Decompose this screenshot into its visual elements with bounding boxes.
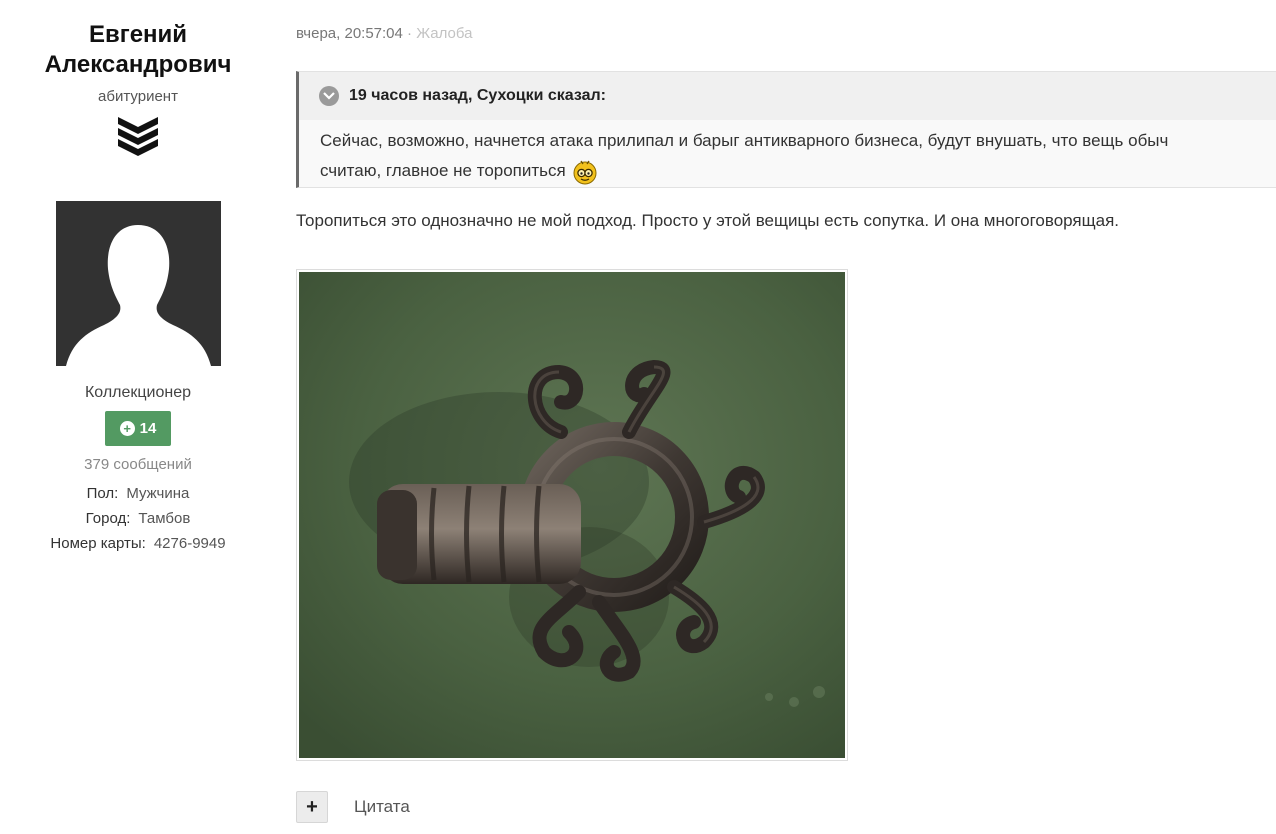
smiley-glasses-icon: [573, 160, 597, 185]
quote-citation[interactable]: 19 часов назад, Сухоцки сказал:: [349, 87, 606, 105]
author-name-line1[interactable]: Евгений: [20, 20, 256, 50]
bronze-ring-artifact-photo[interactable]: [299, 272, 845, 758]
author-panel: Евгений Александрович абитуриент Коллекц…: [20, 0, 256, 556]
member-group: Коллекционер: [84, 384, 192, 401]
multiquote-plus-button[interactable]: +: [296, 791, 328, 823]
quote-line: Сейчас, возможно, начнется атака прилипа…: [320, 131, 1169, 150]
avatar[interactable]: [55, 201, 221, 366]
field-label: Номер карты:: [50, 535, 146, 552]
field-label: Город:: [85, 510, 131, 527]
post-meta: вчера, 20:57:04 · Жалоба: [296, 25, 472, 42]
post-body-text: Торопиться это однозначно не мой подход.…: [296, 211, 1120, 230]
chevron-down-icon[interactable]: [319, 86, 339, 106]
author-title: абитуриент: [98, 88, 178, 105]
field-value: 4276-9949: [153, 535, 226, 552]
quote-body: Сейчас, возможно, начнется атака прилипа…: [299, 120, 1276, 186]
quote-line: считаю, главное не торопиться: [320, 161, 566, 180]
field-row-card: Номер карты: 4276-9949: [20, 531, 256, 556]
reputation-badge[interactable]: + 14: [104, 411, 172, 446]
quote-block: 19 часов назад, Сухоцки сказал: Сейчас, …: [296, 71, 1276, 188]
author-name-line2[interactable]: Александрович: [20, 50, 256, 80]
post-actions: + Цитата: [296, 791, 410, 823]
post-timestamp[interactable]: вчера, 20:57:04: [296, 25, 403, 42]
quote-button[interactable]: Цитата: [354, 797, 410, 817]
quote-line-with-emoji: считаю, главное не торопиться: [320, 156, 1276, 186]
chevrons-rank-icon: [118, 117, 158, 156]
post-count[interactable]: 379 сообщений: [20, 456, 256, 473]
field-row-gender: Пол: Мужчина: [20, 481, 256, 506]
author-name[interactable]: Евгений Александрович: [20, 20, 256, 80]
field-label: Пол:: [86, 485, 119, 502]
field-row-city: Город: Тамбов: [20, 506, 256, 531]
reputation-value: 14: [139, 420, 157, 437]
quote-header[interactable]: 19 часов назад, Сухоцки сказал:: [299, 72, 1276, 120]
field-value: Тамбов: [138, 510, 191, 527]
meta-separator: ·: [407, 25, 413, 42]
profile-fields: Пол: Мужчина Город: Тамбов Номер карты: …: [20, 481, 256, 556]
report-link[interactable]: Жалоба: [416, 25, 472, 42]
field-value: Мужчина: [126, 485, 190, 502]
plus-circle-icon: +: [119, 421, 135, 436]
attachment-photo[interactable]: [296, 269, 848, 761]
